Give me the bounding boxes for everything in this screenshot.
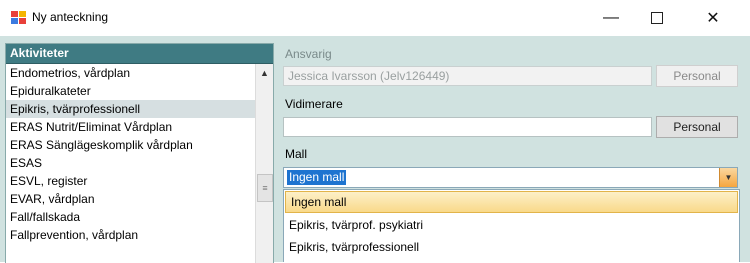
title-bar: Ny anteckning — ✕ (0, 0, 750, 36)
mall-dropdown: Ingen mall Epikris, tvärprof. psykiatri … (283, 189, 740, 262)
app-icon (11, 11, 26, 24)
close-icon: ✕ (706, 10, 720, 27)
minimize-button[interactable]: — (588, 0, 634, 36)
mall-label: Mall (285, 147, 308, 161)
vidimerare-field[interactable] (283, 117, 652, 137)
activities-list[interactable]: Aktiviteter Endometrios, vårdplan Epidur… (5, 43, 274, 263)
mall-option[interactable]: Epikris, tvärprofessionell (284, 236, 739, 258)
minimize-icon: — (603, 9, 619, 26)
list-item[interactable]: ESVL, register (6, 172, 255, 190)
mall-select[interactable]: Ingen mall ▼ (283, 167, 738, 188)
window-title: Ny anteckning (32, 10, 109, 24)
activities-items: Endometrios, vårdplan Epiduralkateter Ep… (6, 64, 255, 244)
chevron-down-icon[interactable]: ▼ (719, 168, 737, 187)
list-item[interactable]: EVAR, vårdplan (6, 190, 255, 208)
maximize-icon (651, 12, 663, 24)
scroll-up-icon[interactable]: ▲ (256, 64, 273, 81)
scroll-thumb[interactable]: ≡ (257, 174, 273, 202)
list-item[interactable]: Endometrios, vårdplan (6, 64, 255, 82)
mall-option-highlighted[interactable]: Ingen mall (285, 191, 738, 213)
list-item[interactable]: Epiduralkateter (6, 82, 255, 100)
maximize-button[interactable] (634, 0, 680, 36)
list-item[interactable]: ERAS Sänglägeskomplik vårdplan (6, 136, 255, 154)
vidimerare-label: Vidimerare (285, 97, 343, 111)
ansvarig-label: Ansvarig (285, 47, 332, 61)
mall-option[interactable]: Epikris, tvärprof. psykiatri (284, 214, 739, 236)
personal-button-vidimerare[interactable]: Personal (656, 116, 738, 138)
activities-header-label: Aktiviteter (10, 46, 69, 60)
list-scrollbar[interactable]: ▲ ≡ (255, 64, 273, 263)
list-item[interactable]: ESAS (6, 154, 255, 172)
personal-button-ansvarig[interactable]: Personal (656, 65, 738, 87)
ansvarig-field: Jessica Ivarsson (Jelv126449) (283, 66, 652, 86)
mall-selected-value: Ingen mall (287, 170, 347, 185)
list-item-selected[interactable]: Epikris, tvärprofessionell (6, 100, 255, 118)
list-item[interactable]: Fallprevention, vårdplan (6, 226, 255, 244)
activities-header: Aktiviteter (6, 44, 273, 64)
list-item[interactable]: Fall/fallskada (6, 208, 255, 226)
main-area: Aktiviteter Endometrios, vårdplan Epidur… (0, 36, 750, 263)
close-button[interactable]: ✕ (690, 0, 736, 36)
list-item[interactable]: ERAS Nutrit/Eliminat Vårdplan (6, 118, 255, 136)
